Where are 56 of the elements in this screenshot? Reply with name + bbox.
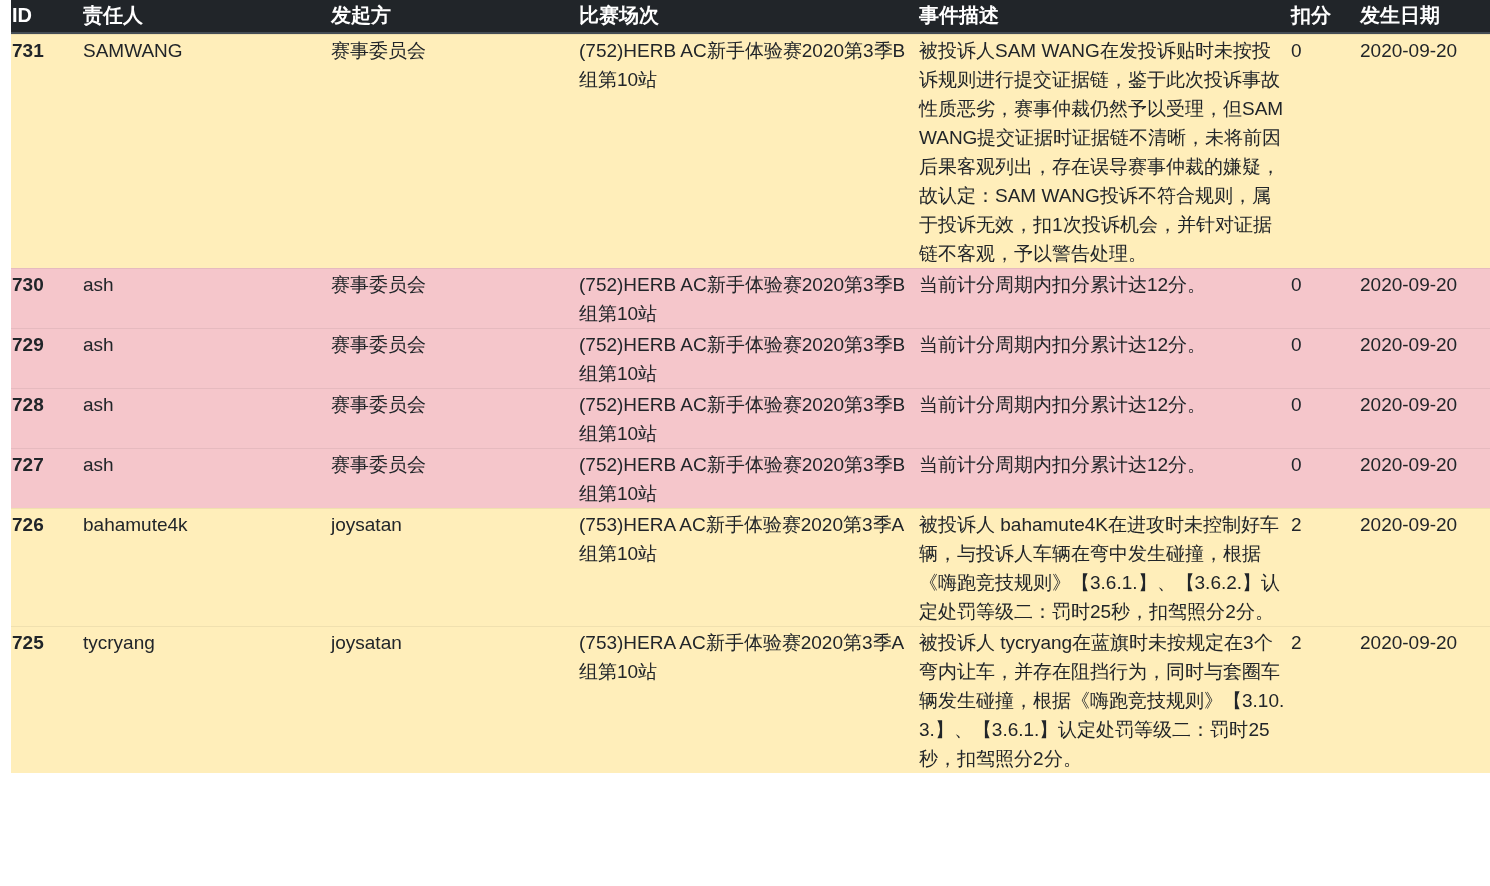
table-cell: 727: [11, 448, 82, 508]
table-cell: 731: [11, 34, 82, 268]
table-cell: 被投诉人SAM WANG在发投诉贴时未按投诉规则进行提交证据链，鉴于此次投诉事故性质恶劣，赛事仲裁仍然予以受理，但SAM WANG提交证据时证据链不清晰，未将前因后果客观列出，存在误导赛事仲裁的嫌疑，故认定：SAM WANG投诉不符合规则，属于投诉无效，扣1次投诉机会，并针对证据链不客观，予以警告处理。: [918, 34, 1290, 268]
column-header: 事件描述: [918, 0, 1290, 34]
table-cell: 2: [1290, 626, 1359, 773]
column-header: 发起方: [330, 0, 578, 34]
column-header: 责任人: [82, 0, 330, 34]
column-header: 比赛场次: [578, 0, 918, 34]
table-cell: joysatan: [330, 626, 578, 773]
table-cell: ash: [82, 448, 330, 508]
table-cell: 2020-09-20: [1359, 388, 1490, 448]
table-cell: 0: [1290, 34, 1359, 268]
table-cell: 0: [1290, 328, 1359, 388]
table-cell: ash: [82, 388, 330, 448]
table-cell: 2: [1290, 508, 1359, 626]
table-cell: 729: [11, 328, 82, 388]
table-cell: 当前计分周期内扣分累计达12分。: [918, 388, 1290, 448]
table-cell: 赛事委员会: [330, 328, 578, 388]
table-cell: 2020-09-20: [1359, 328, 1490, 388]
table-cell: (752)HERB AC新手体验赛2020第3季B组第10站: [578, 268, 918, 328]
table-cell: bahamute4k: [82, 508, 330, 626]
table-cell: 2020-09-20: [1359, 508, 1490, 626]
table-cell: 被投诉人 tycryang在蓝旗时未按规定在3个弯内让车，并存在阻挡行为，同时与套圈车辆发生碰撞，根据《嗨跑竞技规则》【3.10.3.】、【3.6.1.】认定处罚等级二：罚时25秒，扣驾照分2分。: [918, 626, 1290, 773]
table-cell: (752)HERB AC新手体验赛2020第3季B组第10站: [578, 448, 918, 508]
table-cell: 0: [1290, 268, 1359, 328]
table-cell: 当前计分周期内扣分累计达12分。: [918, 328, 1290, 388]
table-cell: 赛事委员会: [330, 34, 578, 268]
table-cell: 2020-09-20: [1359, 268, 1490, 328]
table-cell: (752)HERB AC新手体验赛2020第3季B组第10站: [578, 388, 918, 448]
table-cell: ash: [82, 268, 330, 328]
table-cell: 当前计分周期内扣分累计达12分。: [918, 268, 1290, 328]
table-cell: joysatan: [330, 508, 578, 626]
column-header: 发生日期: [1359, 0, 1490, 34]
table-cell: 0: [1290, 448, 1359, 508]
table-cell: 2020-09-20: [1359, 448, 1490, 508]
table-cell: 被投诉人 bahamute4K在进攻时未控制好车辆，与投诉人车辆在弯中发生碰撞，根据《嗨跑竞技规则》【3.6.1.】、【3.6.2.】认定处罚等级二：罚时25秒，扣驾照分2分。: [918, 508, 1290, 626]
table-cell: 725: [11, 626, 82, 773]
table-cell: 赛事委员会: [330, 448, 578, 508]
table-cell: (752)HERB AC新手体验赛2020第3季B组第10站: [578, 328, 918, 388]
table-cell: 0: [1290, 388, 1359, 448]
column-header: 扣分: [1290, 0, 1359, 34]
table-cell: (753)HERA AC新手体验赛2020第3季A组第10站: [578, 626, 918, 773]
table-cell: SAMWANG: [82, 34, 330, 268]
table-cell: 726: [11, 508, 82, 626]
table-cell: ash: [82, 328, 330, 388]
table-cell: (752)HERB AC新手体验赛2020第3季B组第10站: [578, 34, 918, 268]
table-cell: 当前计分周期内扣分累计达12分。: [918, 448, 1290, 508]
table-cell: 2020-09-20: [1359, 34, 1490, 268]
table-cell: (753)HERA AC新手体验赛2020第3季A组第10站: [578, 508, 918, 626]
table-cell: 730: [11, 268, 82, 328]
table-cell: 728: [11, 388, 82, 448]
column-header: ID: [11, 0, 82, 34]
table-cell: 赛事委员会: [330, 388, 578, 448]
table-cell: 赛事委员会: [330, 268, 578, 328]
table-cell: 2020-09-20: [1359, 626, 1490, 773]
table-cell: tycryang: [82, 626, 330, 773]
